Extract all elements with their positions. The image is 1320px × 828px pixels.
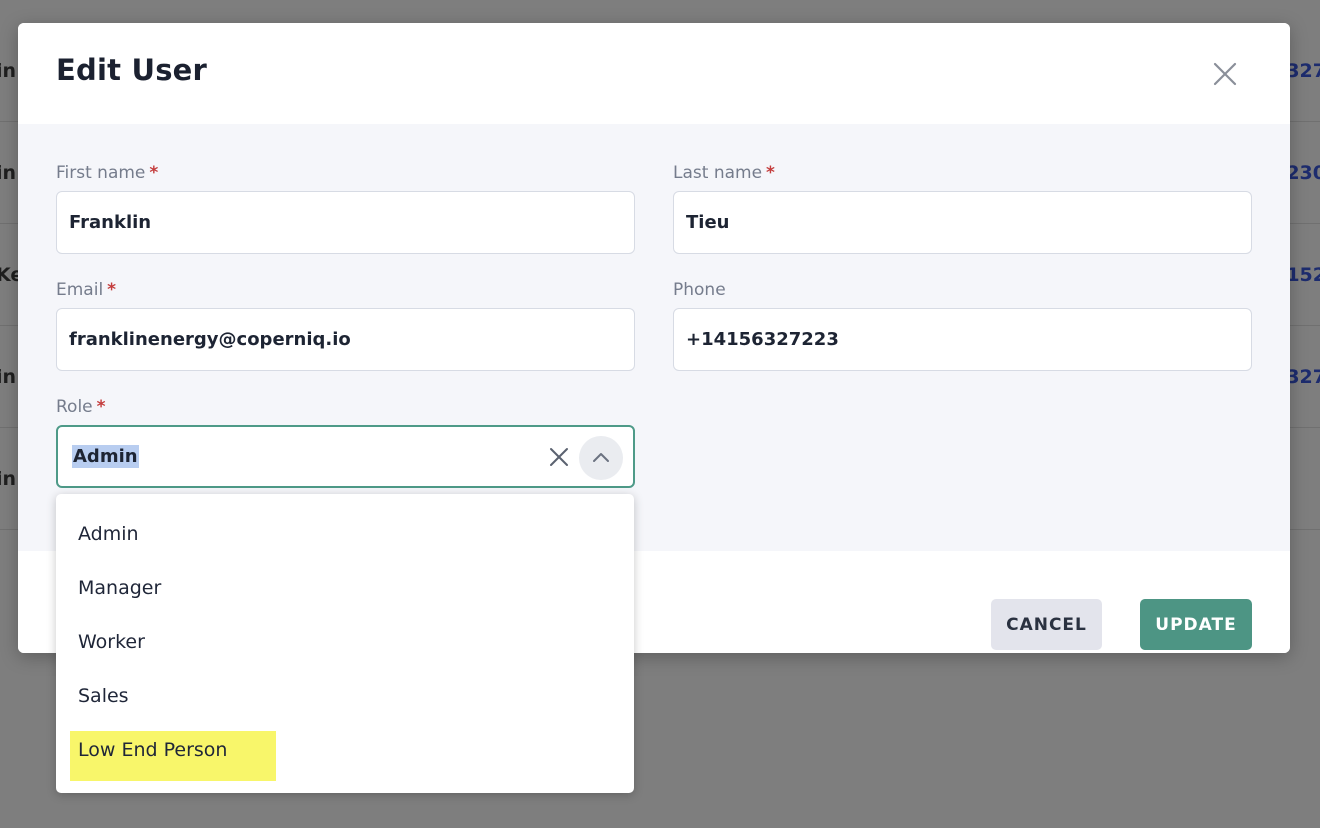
- close-icon[interactable]: [1208, 57, 1242, 91]
- role-option-label: Manager: [78, 577, 162, 599]
- modal-title: Edit User: [56, 53, 208, 87]
- email-label-text: Email: [56, 280, 104, 300]
- role-label-text: Role: [56, 397, 93, 417]
- role-option-label: Low End Person: [78, 739, 228, 761]
- clear-icon[interactable]: [546, 444, 572, 470]
- modal-body: First name * Franklin Last name * Tieu Ema…: [18, 124, 1290, 551]
- update-button[interactable]: UPDATE: [1140, 599, 1252, 650]
- required-marker: *: [149, 163, 159, 183]
- last-name-label-text: Last name: [673, 163, 763, 183]
- last-name-label: Last name *: [673, 163, 775, 183]
- chevron-up-icon[interactable]: [579, 436, 623, 480]
- background-row-right-text: 152: [1286, 264, 1320, 286]
- role-option-admin[interactable]: Admin: [56, 507, 634, 561]
- required-marker: *: [766, 163, 775, 183]
- email-label: Email *: [56, 280, 116, 300]
- phone-input[interactable]: +14156327223: [673, 308, 1252, 371]
- role-option-worker[interactable]: Worker: [56, 615, 634, 669]
- background-row-left-text: in: [0, 468, 17, 490]
- background-row-left-text: in: [0, 162, 17, 184]
- required-marker: *: [96, 397, 106, 417]
- background-row-right-text: 230: [1286, 162, 1320, 184]
- modal-header: Edit User: [18, 23, 1290, 124]
- first-name-input[interactable]: Franklin: [56, 191, 635, 254]
- role-option-sales[interactable]: Sales: [56, 669, 634, 723]
- background-row-right-text: 327: [1286, 366, 1320, 388]
- phone-label-text: Phone: [673, 280, 726, 300]
- role-option-label: Worker: [78, 631, 145, 653]
- role-option-label: Admin: [78, 523, 139, 545]
- background-row-right-text: 327: [1286, 60, 1320, 82]
- email-input[interactable]: franklinenergy@coperniq.io: [56, 308, 635, 371]
- last-name-value: Tieu: [686, 212, 730, 233]
- last-name-input[interactable]: Tieu: [673, 191, 1252, 254]
- cancel-button[interactable]: CANCEL: [991, 599, 1102, 650]
- role-dropdown-menu: Admin Manager Worker Sales Low End Perso…: [56, 494, 634, 793]
- role-option-manager[interactable]: Manager: [56, 561, 634, 615]
- first-name-value: Franklin: [69, 212, 152, 233]
- role-option-label: Sales: [78, 685, 129, 707]
- phone-label: Phone: [673, 280, 726, 300]
- phone-value: +14156327223: [686, 329, 839, 350]
- background-row-left-text: in: [0, 60, 17, 82]
- first-name-label: First name *: [56, 163, 158, 183]
- role-label: Role *: [56, 397, 106, 417]
- role-select[interactable]: Admin: [56, 425, 635, 488]
- role-option-low-end-person[interactable]: Low End Person: [56, 723, 634, 781]
- background-row-left-text: in: [0, 366, 17, 388]
- required-marker: *: [107, 280, 117, 300]
- role-selected-value: Admin: [72, 445, 139, 468]
- first-name-label-text: First name: [56, 163, 146, 183]
- email-value: franklinenergy@coperniq.io: [69, 329, 351, 350]
